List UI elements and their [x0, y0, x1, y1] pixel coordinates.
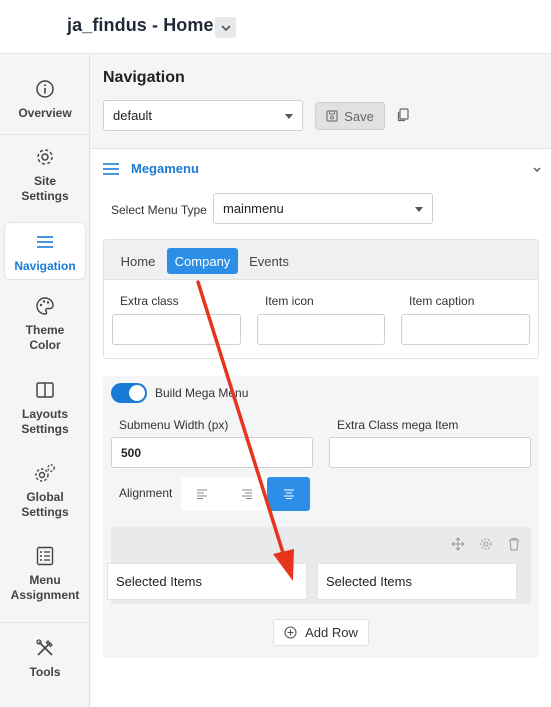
extra-class-mega-field[interactable]	[329, 437, 531, 468]
toggle-knob	[129, 385, 145, 401]
page-title: Navigation	[103, 69, 185, 86]
extra-class-mega-label: Extra Class mega Item	[337, 418, 459, 432]
sidebar: Overview Site Settings Navigation Theme …	[0, 54, 90, 707]
sidebar-item-global-settings[interactable]: Global Settings	[4, 462, 86, 520]
align-left-icon	[196, 489, 207, 499]
tab-home[interactable]: Home	[112, 248, 164, 274]
copy-button[interactable]	[396, 108, 410, 122]
save-label: Save	[344, 108, 374, 124]
app-title: ja_findus - Home	[67, 15, 214, 35]
info-icon	[34, 78, 56, 100]
menu-preset-value: default	[113, 108, 153, 123]
extra-class-label: Extra class	[120, 294, 179, 308]
layout-icon	[34, 379, 56, 401]
sidebar-item-tools[interactable]: Tools	[4, 637, 86, 680]
divider	[0, 134, 90, 135]
tools-icon	[34, 637, 56, 659]
sidebar-item-label: Menu Assignment	[10, 573, 80, 602]
align-center-icon	[283, 489, 294, 499]
tab-label: Events	[249, 253, 289, 269]
hamburger-icon	[103, 162, 119, 175]
navigation-header: Navigation default Save	[91, 54, 551, 149]
plus-circle-icon	[284, 626, 297, 639]
sidebar-item-label: Theme Color	[25, 323, 65, 352]
gears-icon	[34, 462, 56, 484]
sidebar-item-label: Tools	[29, 665, 61, 679]
menu-preset-select[interactable]: default	[103, 100, 303, 131]
tab-label: Company	[174, 253, 231, 269]
copy-icon	[397, 108, 409, 122]
mega-menu-builder: Build Mega Menu Submenu Width (px) 500 E…	[103, 376, 539, 658]
chevron-down-icon[interactable]	[533, 166, 541, 174]
sidebar-item-overview[interactable]: Overview	[4, 78, 86, 121]
sidebar-item-site-settings[interactable]: Site Settings	[4, 146, 86, 204]
alignment-label: Alignment	[119, 486, 173, 500]
alignment-group	[181, 477, 310, 511]
list-icon	[34, 545, 56, 567]
menu-type-value: mainmenu	[223, 201, 284, 216]
item-caption-field[interactable]	[401, 314, 530, 345]
floppy-disk-icon	[326, 110, 338, 122]
site-switcher-button[interactable]	[215, 17, 236, 38]
mega-column[interactable]: Selected Items	[317, 563, 517, 600]
caret-down-icon	[285, 113, 293, 119]
align-left-button[interactable]	[181, 477, 224, 511]
build-mega-menu-toggle[interactable]	[111, 383, 147, 403]
megamenu-title: Megamenu	[131, 161, 199, 176]
submenu-width-value: 500	[121, 445, 142, 460]
sidebar-item-layouts-settings[interactable]: Layouts Settings	[4, 379, 86, 437]
submenu-width-label: Submenu Width (px)	[119, 418, 229, 432]
extra-class-field[interactable]	[112, 314, 241, 345]
megamenu-header[interactable]: Megamenu	[103, 161, 199, 176]
sidebar-item-label: Layouts Settings	[21, 407, 69, 436]
item-icon-field[interactable]	[257, 314, 385, 345]
palette-icon	[34, 295, 56, 317]
chevron-down-icon	[220, 24, 231, 31]
column-label: Selected Items	[116, 574, 202, 589]
mega-menu-row: Selected Items Selected Items	[107, 527, 531, 604]
align-center-button[interactable]	[267, 477, 310, 511]
sidebar-item-theme-color[interactable]: Theme Color	[4, 295, 86, 353]
align-right-icon	[241, 489, 252, 499]
sidebar-item-label: Overview	[18, 106, 72, 120]
submenu-width-field[interactable]: 500	[111, 437, 313, 468]
tab-label: Home	[120, 253, 156, 269]
add-row-button[interactable]: Add Row	[273, 619, 369, 646]
megamenu-panel: Megamenu Select Menu Type mainmenu Home …	[91, 149, 551, 707]
gear-icon[interactable]	[479, 537, 493, 551]
sidebar-item-label: Global Settings	[21, 490, 69, 519]
gear-icon	[34, 146, 56, 168]
add-row-label: Add Row	[305, 625, 358, 640]
align-right-button[interactable]	[224, 477, 267, 511]
sidebar-item-navigation[interactable]: Navigation	[4, 222, 86, 280]
sidebar-item-label: Site Settings	[21, 174, 69, 203]
sidebar-item-menu-assignment[interactable]: Menu Assignment	[4, 545, 86, 603]
top-bar: ja_findus - Home	[0, 0, 551, 54]
tab-company[interactable]: Company	[167, 248, 238, 274]
main-content: Navigation default Save Megamenu Select …	[91, 54, 551, 707]
save-button[interactable]: Save	[315, 102, 385, 130]
sidebar-item-label: Navigation	[14, 259, 76, 273]
menu-item-tabs: Home Company Events	[104, 240, 538, 280]
column-label: Selected Items	[326, 574, 412, 589]
tab-events[interactable]: Events	[241, 248, 297, 274]
mega-column[interactable]: Selected Items	[107, 563, 307, 600]
move-icon[interactable]	[451, 537, 465, 551]
item-icon-label: Item icon	[265, 294, 314, 308]
item-caption-label: Item caption	[409, 294, 475, 308]
menu-item-editor: Home Company Events Extra class Item ico…	[103, 239, 539, 359]
trash-icon[interactable]	[507, 537, 521, 551]
caret-down-icon	[415, 206, 423, 212]
hamburger-icon	[34, 231, 56, 253]
menu-type-label: Select Menu Type	[111, 203, 207, 217]
divider	[0, 622, 90, 623]
build-mega-menu-label: Build Mega Menu	[155, 386, 249, 400]
menu-type-select[interactable]: mainmenu	[213, 193, 433, 224]
